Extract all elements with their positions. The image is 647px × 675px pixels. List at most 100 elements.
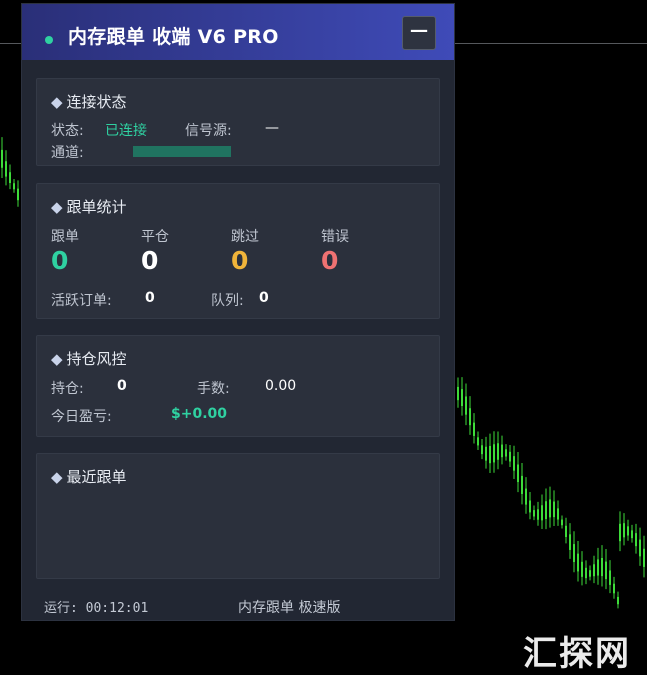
lots-label: 手数:	[197, 381, 230, 397]
position-card: ◆ 持仓风控 持仓: 0 手数: 0.00 今日盈亏: $+0.00	[36, 335, 440, 437]
candle-body	[557, 508, 559, 520]
candle-body	[473, 422, 475, 436]
candle-body	[639, 539, 641, 557]
stat-copied-value: 0	[51, 246, 69, 275]
candle-body	[605, 561, 607, 580]
connection-title-text: 连接状态	[66, 93, 127, 111]
candle-body	[597, 559, 599, 576]
stat-closed-label: 平仓	[141, 229, 169, 245]
stat-copied-label: 跟单	[51, 229, 79, 245]
candle-body	[581, 561, 583, 577]
active-orders-value: 0	[145, 290, 155, 306]
candle-body	[489, 445, 491, 464]
minimize-button[interactable]: −	[402, 16, 436, 50]
candle-body	[513, 456, 515, 471]
candle-body	[613, 583, 615, 594]
candle-body	[9, 172, 11, 183]
candle-body	[521, 475, 523, 494]
diamond-icon: ◆	[51, 93, 63, 111]
footer-version: 内存跟单 极速版	[238, 600, 341, 616]
diamond-icon: ◆	[51, 468, 63, 486]
candle-body	[457, 386, 459, 401]
watermark-logo: 汇探网	[523, 634, 631, 674]
candle-body	[485, 446, 487, 461]
status-label: 状态:	[51, 123, 84, 139]
candle-body	[631, 530, 633, 539]
candle-body	[627, 526, 629, 536]
candle-body	[509, 451, 511, 462]
stat-error-value: 0	[321, 246, 339, 275]
candle-body	[569, 534, 571, 550]
connection-title: ◆ 连接状态	[51, 91, 127, 112]
queue-value: 0	[259, 290, 269, 306]
status-value: 已连接	[105, 123, 147, 139]
stat-error-label: 错误	[321, 229, 349, 245]
candle-body	[529, 500, 531, 513]
candle-body	[619, 523, 621, 542]
candle-body	[477, 437, 479, 446]
candle-body	[537, 509, 539, 520]
stat-closed-value: 0	[141, 246, 159, 275]
channel-label: 通道:	[51, 145, 84, 161]
pnl-label: 今日盈亏:	[51, 409, 112, 425]
candle-body	[517, 464, 519, 483]
active-orders-label: 活跃订单:	[51, 293, 112, 309]
candle-body	[635, 533, 637, 547]
diamond-icon: ◆	[51, 350, 63, 368]
signal-label: 信号源:	[185, 123, 232, 139]
stat-skipped-label: 跳过	[231, 229, 259, 245]
candle-body	[573, 544, 575, 563]
candle-body	[525, 488, 527, 505]
candle-body	[553, 501, 555, 518]
candle-body	[609, 570, 611, 585]
window-title: 内存跟单 收端 V6 PRO	[68, 26, 279, 48]
candle-body	[1, 149, 3, 168]
recent-title: ◆ 最近跟单	[51, 466, 127, 487]
queue-label: 队列:	[211, 293, 244, 309]
candle-body	[501, 444, 503, 458]
signal-value: —	[265, 120, 279, 136]
title-bar[interactable]: 内存跟单 收端 V6 PRO −	[22, 4, 454, 60]
stats-card: ◆ 跟单统计 跟单 0 平仓 0 跳过 0 错误 0 活跃订单: 0 队列: 0	[36, 183, 440, 319]
candle-body	[565, 525, 567, 537]
candle-body	[17, 188, 19, 201]
candle-body	[5, 161, 7, 177]
stats-title: ◆ 跟单统计	[51, 196, 127, 217]
copier-panel: 内存跟单 收端 V6 PRO − ◆ 连接状态 状态: 已连接 信号源: — 通道…	[22, 4, 454, 620]
candle-body	[469, 408, 471, 426]
candle-body	[643, 548, 645, 567]
stat-skipped-value: 0	[231, 246, 249, 275]
candle-body	[561, 519, 563, 526]
candle-body	[585, 567, 587, 579]
hold-value: 0	[117, 378, 127, 394]
pnl-value: $+0.00	[171, 406, 228, 422]
connection-card: ◆ 连接状态 状态: 已连接 信号源: — 通道:	[36, 78, 440, 166]
candle-body	[623, 523, 625, 538]
hold-label: 持仓:	[51, 381, 84, 397]
candle-body	[545, 501, 547, 520]
channel-value-redacted	[133, 146, 231, 157]
lots-value: 0.00	[265, 378, 297, 394]
candle-body	[577, 553, 579, 572]
candle-body	[589, 570, 591, 577]
candle-body	[497, 443, 499, 460]
candle-body	[465, 396, 467, 415]
position-title-text: 持仓风控	[66, 350, 127, 368]
candle-body	[541, 505, 543, 521]
candle-body	[461, 389, 463, 407]
diamond-icon: ◆	[51, 198, 63, 216]
candle-body	[549, 499, 551, 518]
candle-body	[617, 596, 619, 605]
position-title: ◆ 持仓风控	[51, 348, 127, 369]
candle-body	[13, 183, 15, 190]
stats-title-text: 跟单统计	[66, 198, 127, 216]
candle-body	[533, 510, 535, 517]
recent-title-text: 最近跟单	[66, 468, 127, 486]
recent-card: ◆ 最近跟单	[36, 453, 440, 579]
candle-body	[601, 558, 603, 577]
candle-body	[593, 564, 595, 577]
status-dot-icon	[45, 36, 53, 44]
candle-body	[505, 449, 507, 457]
footer-runtime: 运行: 00:12:01	[44, 601, 149, 616]
candle-body	[481, 445, 483, 455]
